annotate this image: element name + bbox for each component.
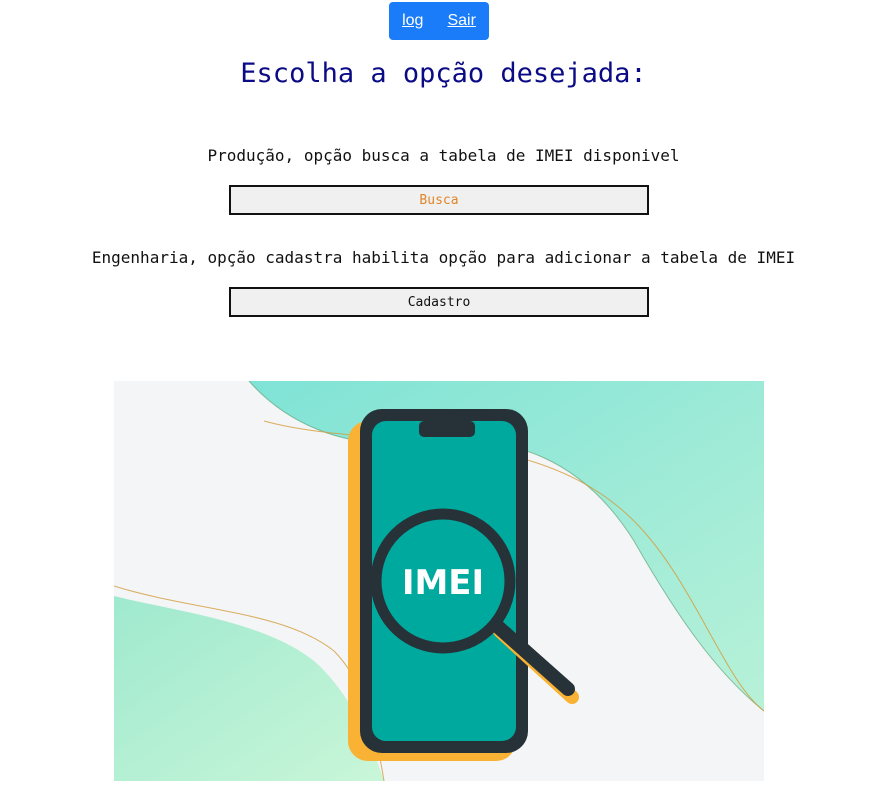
imei-illustration: IMEI — [114, 381, 764, 781]
busca-button[interactable]: Busca — [229, 185, 649, 215]
exit-link[interactable]: Sair — [447, 12, 475, 30]
engenharia-description: Engenharia, opção cadastra habilita opçã… — [91, 248, 796, 267]
log-link[interactable]: log — [402, 12, 423, 30]
imei-badge-text: IMEI — [402, 563, 484, 603]
page-title: Escolha a opção desejada: — [240, 58, 647, 89]
producao-description: Produção, opção busca a tabela de IMEI d… — [207, 146, 680, 165]
cadastro-button[interactable]: Cadastro — [229, 287, 649, 317]
top-nav: log Sair — [389, 2, 489, 40]
